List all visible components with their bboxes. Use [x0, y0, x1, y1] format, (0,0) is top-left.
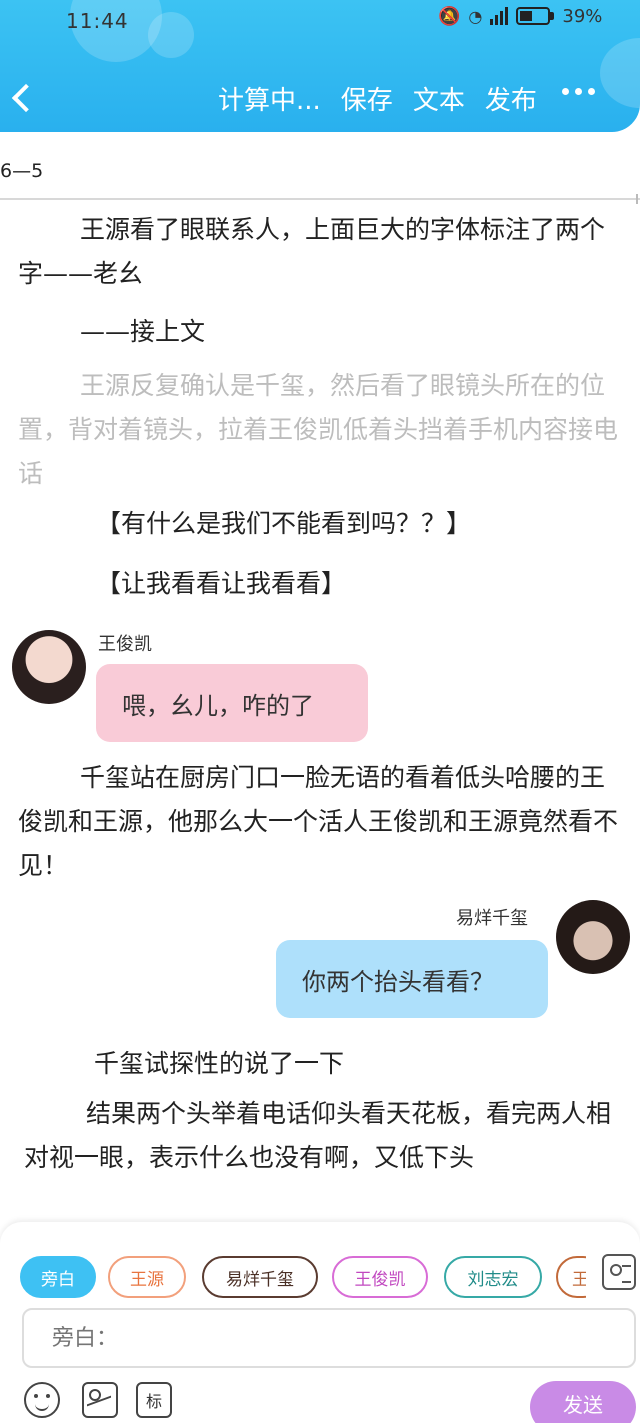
speaker-name: 易烊千玺	[456, 908, 528, 929]
message-input[interactable]	[22, 1308, 636, 1368]
publish-button[interactable]: 发布	[485, 80, 537, 117]
narration-paragraph[interactable]: 【让我看看让我看看】	[96, 564, 346, 600]
status-time: 11:44	[66, 9, 129, 33]
back-button[interactable]	[8, 82, 38, 116]
avatar[interactable]	[556, 900, 630, 974]
battery-icon	[516, 7, 551, 25]
top-bar: 11:44 🔕 ◔ 39% 计算中... 保存 文本 发布	[0, 0, 640, 132]
chapter-title[interactable]: 6—5	[0, 160, 43, 182]
divider	[0, 194, 640, 204]
role-chip[interactable]: 王	[556, 1256, 586, 1298]
battery-cap	[550, 12, 555, 20]
emoji-icon[interactable]	[24, 1382, 60, 1418]
save-button[interactable]: 保存	[341, 80, 393, 117]
status-bar: 11:44 🔕 ◔ 39%	[0, 0, 640, 40]
contacts-icon[interactable]	[602, 1254, 636, 1290]
avatar[interactable]	[12, 630, 86, 704]
narration-paragraph[interactable]: ——接上文	[80, 312, 205, 348]
speaker-name: 王俊凯	[98, 634, 152, 655]
chat-bubble[interactable]: 喂，幺儿，咋的了	[96, 664, 368, 742]
narration-paragraph[interactable]: 千玺试探性的说了一下	[94, 1044, 344, 1080]
role-chips: 旁白 王源 易烊千玺 王俊凯 刘志宏 王	[20, 1256, 586, 1298]
image-icon[interactable]	[82, 1382, 118, 1418]
more-icon[interactable]	[562, 88, 595, 95]
wifi-icon: ◔	[468, 6, 483, 26]
decor-bubble	[600, 38, 640, 108]
header-actions: 计算中... 保存 文本 发布	[218, 80, 537, 117]
role-chip[interactable]: 易烊千玺	[202, 1256, 318, 1298]
role-chip[interactable]: 刘志宏	[444, 1256, 542, 1298]
mark-icon[interactable]: 标	[136, 1382, 172, 1418]
text-button[interactable]: 文本	[413, 80, 465, 117]
role-chip[interactable]: 王俊凯	[332, 1256, 428, 1298]
narration-paragraph-faded[interactable]: 王源反复确认是千玺，然后看了眼镜头所在的位置，背对着镜头，拉着王俊凯低着头挡着手…	[18, 364, 618, 496]
battery-level: 39%	[562, 5, 603, 27]
status-icons: 🔕 ◔ 39%	[438, 4, 602, 28]
mute-icon: 🔕	[438, 5, 461, 27]
narration-paragraph[interactable]: 【有什么是我们不能看到吗？？】	[96, 504, 471, 540]
chat-bubble[interactable]: 你两个抬头看看？	[276, 940, 548, 1018]
signal-icon	[490, 7, 509, 25]
send-button[interactable]: 发送	[530, 1381, 636, 1423]
narration-paragraph[interactable]: 千玺站在厨房门口一脸无语的看着低头哈腰的王俊凯和王源，他那么大一个活人王俊凯和王…	[18, 756, 618, 888]
role-chip-narrator[interactable]: 旁白	[20, 1256, 96, 1298]
narration-paragraph[interactable]: 王源看了眼联系人，上面巨大的字体标注了两个字——老幺	[18, 208, 618, 296]
calculating-status: 计算中...	[218, 86, 321, 116]
narration-paragraph[interactable]: 结果两个头举着电话仰头看天花板，看完两人相对视一眼，表示什么也没有啊，又低下头	[24, 1092, 620, 1180]
role-chip[interactable]: 王源	[108, 1256, 186, 1298]
